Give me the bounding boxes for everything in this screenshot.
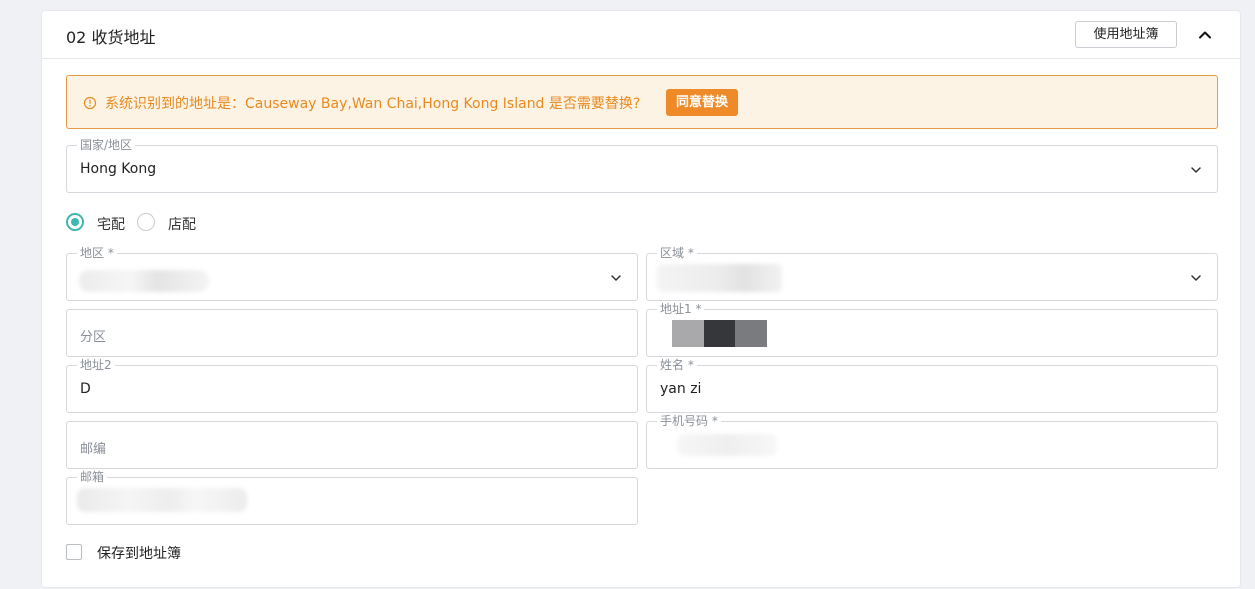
address2-label: 地址2 (77, 357, 115, 373)
checkbox-box[interactable] (66, 544, 82, 560)
card-header: 02 收货地址 使用地址簿 (42, 11, 1240, 59)
chevron-down-icon (609, 270, 623, 284)
radio-home-delivery[interactable]: 宅配 (66, 213, 136, 235)
collapse-chevron-up-icon[interactable] (1195, 25, 1215, 45)
blurred-value (77, 488, 247, 512)
postcode-placeholder: 邮编 (80, 442, 107, 457)
district-placeholder: 分区 (80, 330, 107, 345)
address1-label: 地址1 * (657, 301, 705, 317)
phone-label: 手机号码 * (657, 413, 721, 429)
region-select[interactable]: 地区 * (66, 245, 638, 301)
name-value: yan zi (660, 381, 702, 397)
area-select[interactable]: 区域 * (646, 245, 1218, 301)
accept-replace-button[interactable]: 同意替换 (666, 89, 738, 116)
shipping-address-card: 02 收货地址 使用地址簿 系统识别到的地址是：Causeway Bay,Wan… (41, 10, 1241, 588)
area-label: 区域 * (657, 245, 697, 261)
district-input[interactable]: 分区 (66, 309, 638, 357)
phone-input[interactable]: 手机号码 * (646, 413, 1218, 469)
region-label: 地区 * (77, 245, 117, 261)
use-address-book-button[interactable]: 使用地址簿 (1075, 21, 1177, 48)
email-input[interactable]: 邮箱 (66, 469, 638, 525)
address2-value: D (80, 381, 91, 397)
redacted-block (704, 320, 735, 347)
name-input[interactable]: 姓名 * yan zi (646, 357, 1218, 413)
radio-checked (66, 213, 84, 231)
name-label: 姓名 * (657, 357, 697, 373)
radio-home-delivery-label: 宅配 (97, 217, 125, 233)
alert-message: 系统识别到的地址是：Causeway Bay,Wan Chai,Hong Kon… (105, 96, 641, 112)
address-suggestion-alert: 系统识别到的地址是：Causeway Bay,Wan Chai,Hong Kon… (66, 75, 1218, 129)
chevron-down-icon (1189, 270, 1203, 284)
blurred-value (677, 434, 777, 456)
section-title: 02 收货地址 (66, 28, 156, 47)
country-value: Hong Kong (80, 161, 157, 177)
chevron-down-icon (1189, 162, 1203, 176)
radio-store-pickup[interactable]: 店配 (137, 213, 207, 235)
address2-input[interactable]: 地址2 D (66, 357, 638, 413)
radio-unchecked (137, 213, 155, 231)
country-label: 国家/地区 (77, 137, 136, 153)
email-label: 邮箱 (77, 469, 108, 485)
redacted-block (672, 320, 704, 347)
info-icon (83, 95, 97, 110)
radio-store-pickup-label: 店配 (168, 217, 196, 233)
save-to-address-book-label: 保存到地址簿 (97, 546, 181, 562)
country-select[interactable]: 国家/地区 Hong Kong (66, 137, 1218, 193)
address1-input[interactable]: 地址1 * (646, 301, 1218, 357)
redacted-block (735, 320, 767, 347)
postcode-input[interactable]: 邮编 (66, 421, 638, 469)
blurred-value (79, 270, 209, 292)
blurred-value (657, 264, 782, 292)
